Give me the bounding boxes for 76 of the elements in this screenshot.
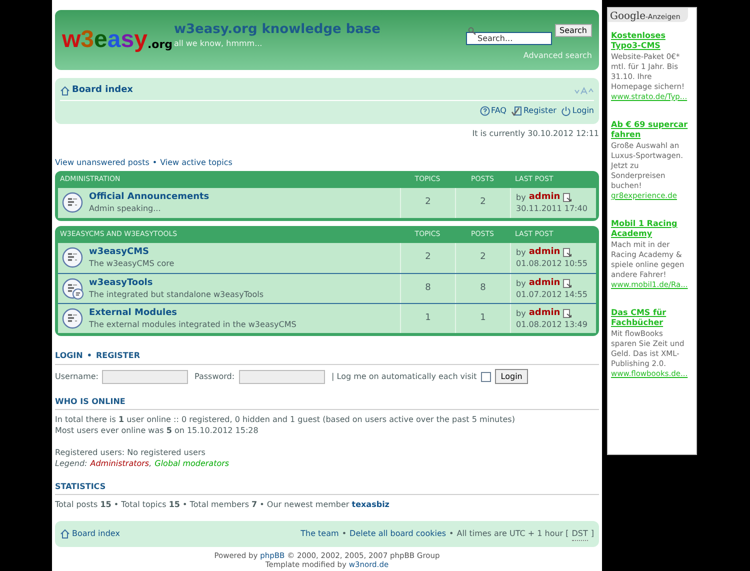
registered-users-text: Registered users: No registered users: [55, 447, 206, 458]
topics-count: 1: [400, 304, 455, 333]
search-field[interactable]: Search...: [466, 32, 552, 45]
separator-dot: •: [449, 528, 454, 540]
forum-title-link[interactable]: w3easyCMS: [89, 247, 174, 258]
site-tagline: all we know, hmmm...: [174, 38, 264, 50]
separator-dot: •: [342, 528, 347, 540]
posts-count: 1: [455, 304, 510, 333]
home-icon: [60, 529, 70, 539]
view-post-icon[interactable]: [563, 248, 572, 257]
author-link[interactable]: admin: [528, 308, 560, 318]
help-icon: [480, 106, 490, 116]
username-field[interactable]: [102, 370, 188, 384]
current-time: It is currently 30.10.2012 12:11: [472, 128, 599, 140]
timezone-text: All times are UTC + 1 hour [: [456, 528, 569, 540]
nav-link[interactable]: Login: [572, 105, 594, 117]
password-field[interactable]: [238, 370, 325, 384]
section-heading: WHO IS ONLINE: [55, 396, 126, 407]
last-post-date: 01.08.2012 10:55: [516, 258, 588, 269]
quick-link[interactable]: View active topics: [160, 157, 232, 169]
separator-dot: •: [86, 350, 92, 362]
login-heading-link[interactable]: REGISTER: [96, 350, 140, 362]
nav-link[interactable]: Register: [523, 105, 556, 117]
legend-comma: ,: [149, 458, 152, 469]
search-button[interactable]: Search: [554, 24, 592, 37]
login-heading-link[interactable]: LOGIN: [55, 350, 83, 362]
last-post-date: 30.11.2011 17:40: [516, 203, 588, 214]
power-icon: [561, 106, 572, 116]
breadcrumb-link[interactable]: Board index: [72, 84, 133, 98]
search-icon: [468, 26, 476, 34]
topics-count: 2: [400, 188, 455, 218]
statistics-text: Total posts 15 • Total topics 15 • Total members 7 • Our newest member texasbiz: [55, 499, 390, 510]
login-button[interactable]: Login: [494, 369, 528, 384]
nav-link[interactable]: FAQ: [490, 105, 506, 117]
last-post-date: 01.07.2012 14:55: [516, 288, 588, 300]
quick-link[interactable]: View unanswered posts: [55, 157, 150, 169]
author-link[interactable]: admin: [528, 247, 560, 258]
forum-description: The integrated but standalone w3easyTools: [89, 288, 264, 300]
view-post-icon[interactable]: [563, 308, 572, 318]
remember-label: | Log me on automatically each visit: [332, 370, 477, 382]
forum-description: The external modules integrated in the w3easyCMS: [89, 318, 296, 330]
bracket-text: ]: [590, 528, 594, 540]
home-icon: [60, 86, 70, 96]
forum-description: The w3easyCMS core: [89, 258, 174, 269]
last-post-date: 01.08.2012 13:49: [516, 318, 588, 330]
footer-link[interactable]: Delete all board cookies: [350, 528, 446, 540]
pencil-icon: [511, 106, 522, 116]
separator-dot: •: [152, 157, 158, 169]
online-info-text: In total there is 1 user online :: 0 registered, 0 hidden and 1 guest (based on users active over the past 5 minutes): [55, 414, 516, 425]
by-label: by: [516, 278, 526, 288]
username-label: Username:: [55, 370, 98, 382]
site-logo[interactable]: w3easy.org: [62, 28, 172, 52]
view-post-icon[interactable]: [563, 278, 572, 288]
posts-count: 2: [455, 188, 510, 218]
footer-link[interactable]: The team: [300, 528, 339, 540]
author-link[interactable]: admin: [528, 278, 560, 288]
site-title: w3easy.org knowledge base: [174, 22, 380, 38]
section-heading: STATISTICS: [55, 481, 106, 492]
remember-checkbox[interactable]: [480, 372, 491, 382]
forum-title-link[interactable]: External Modules: [89, 308, 296, 318]
by-label: by: [516, 247, 526, 258]
by-label: by: [516, 308, 526, 318]
forum-description: Admin speaking...: [89, 203, 162, 214]
dst-abbreviation: DST: [572, 528, 588, 540]
forum-title-link[interactable]: Official Announcements: [89, 192, 210, 203]
legend-label: Legend:: [55, 458, 88, 469]
online-info-text: Most users ever online was 5 on 15.10.2012 15:28: [55, 425, 260, 436]
newest-member-link[interactable]: texasbiz: [352, 500, 390, 509]
author-link[interactable]: admin: [528, 192, 560, 203]
password-label: Password:: [194, 370, 235, 382]
breadcrumb-link[interactable]: Board index: [72, 528, 120, 540]
by-label: by: [516, 192, 526, 203]
legend-group-link[interactable]: Administrators: [90, 458, 150, 469]
forum-title-link[interactable]: w3easyTools: [89, 278, 264, 288]
view-post-icon[interactable]: [563, 193, 572, 202]
ad-brand: Google: [610, 12, 646, 22]
